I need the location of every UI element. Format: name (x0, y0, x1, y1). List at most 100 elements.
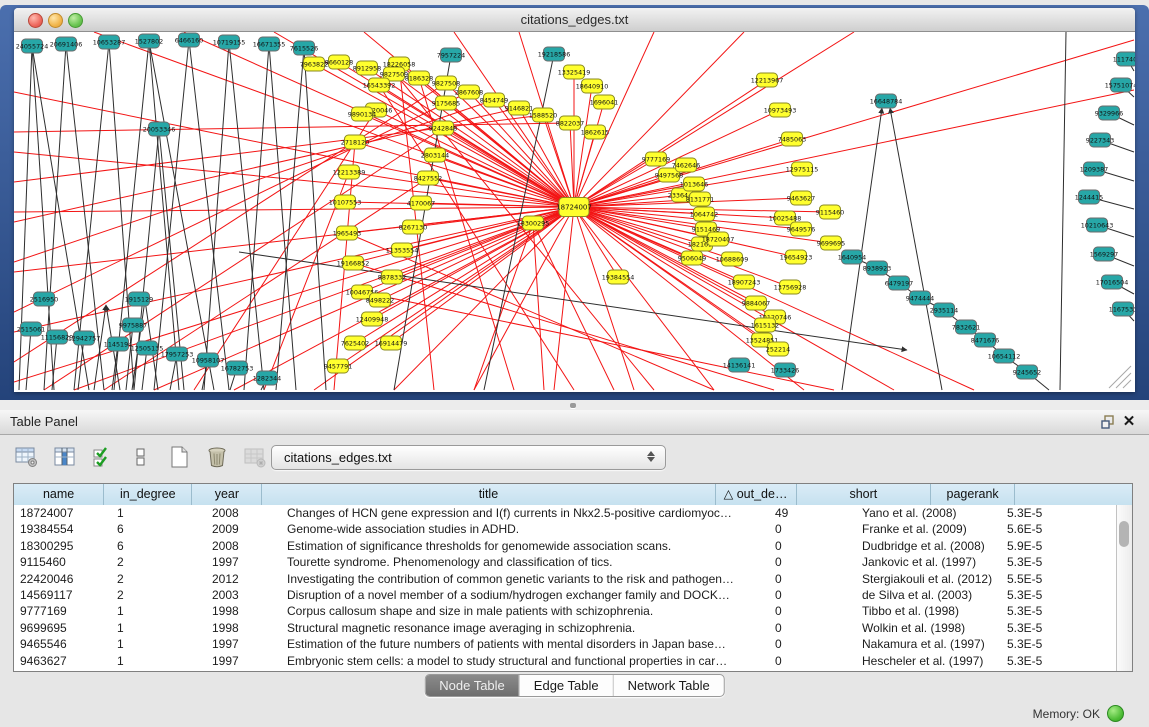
network-node[interactable]: 9474444 (906, 291, 934, 305)
network-node[interactable]: 1862615 (581, 125, 609, 139)
table-cell[interactable]: Investigating the contribution of common… (281, 571, 769, 587)
table-cell[interactable]: 5.3E-5 (1001, 620, 1091, 636)
network-node[interactable]: 9329966 (1095, 106, 1123, 120)
network-canvas[interactable]: 7963822866012889129581822605898275098186… (14, 32, 1135, 392)
table-cell[interactable]: Hescheler et al. (1997) (856, 653, 1001, 669)
table-cell[interactable]: Tourette syndrome. Phenomenology and cla… (281, 554, 769, 570)
red-edge[interactable] (574, 32, 854, 207)
network-node[interactable]: 12975115 (786, 162, 819, 176)
network-node[interactable]: 8427552 (414, 171, 442, 185)
red-edge[interactable] (14, 207, 574, 212)
table-cell[interactable]: Stergiakouli et al. (2012) (856, 571, 1001, 587)
divider-grip-icon[interactable] (570, 403, 576, 408)
network-node[interactable]: 9975887 (119, 318, 147, 332)
network-node[interactable]: 8131771 (686, 192, 714, 206)
table-cell[interactable]: Wolkin et al. (1998) (856, 620, 1001, 636)
table-cell[interactable]: 0 (769, 587, 856, 603)
table-cell[interactable]: 1997 (206, 554, 281, 570)
red-edge[interactable] (443, 128, 574, 207)
network-node[interactable]: 1588520 (529, 108, 557, 122)
network-node[interactable]: 24055724 (16, 39, 49, 53)
black-edge[interactable] (842, 108, 882, 390)
table-row[interactable]: 2242004622012Investigating the contribut… (14, 571, 1116, 587)
table-cell[interactable]: Genome-wide association studies in ADHD. (281, 521, 769, 537)
network-node[interactable]: 13325419 (558, 65, 591, 79)
table-cell[interactable]: 5.3E-5 (1001, 636, 1091, 652)
table-row[interactable]: 1456911722003Disruption of a novel membe… (14, 587, 1116, 603)
network-node[interactable]: 9884067 (742, 296, 770, 310)
network-node[interactable]: 1282344 (253, 371, 281, 385)
network-node[interactable]: 12213967 (751, 73, 784, 87)
network-node[interactable]: 10653287 (93, 35, 126, 49)
network-node[interactable]: 8267130 (399, 220, 427, 234)
red-edge[interactable] (338, 207, 574, 366)
network-node[interactable]: 7625402 (341, 336, 369, 350)
network-node[interactable]: 1615132 (751, 318, 779, 332)
network-node[interactable]: 8878332 (378, 270, 406, 284)
table-cell[interactable]: 5.3E-5 (1001, 505, 1091, 521)
network-node[interactable]: 8660128 (325, 55, 353, 69)
table-cell[interactable]: 0 (769, 571, 856, 587)
network-node[interactable]: 1569297 (1090, 247, 1118, 261)
table-cell[interactable]: 2 (111, 554, 206, 570)
network-node[interactable]: 6466160 (175, 33, 203, 47)
red-edge[interactable] (574, 207, 714, 390)
table-cell[interactable]: 1997 (206, 636, 281, 652)
network-node[interactable]: 9506049 (678, 251, 706, 265)
table-cell[interactable]: Embryonic stem cells: a model to study s… (281, 653, 769, 669)
table-cell[interactable]: Franke et al. (2009) (856, 521, 1001, 537)
network-node[interactable]: 6479197 (885, 276, 913, 290)
close-panel-icon[interactable]: ✕ (1121, 412, 1137, 432)
network-node[interactable]: 1167533 (1109, 302, 1135, 316)
network-node[interactable]: 16671355 (253, 37, 286, 51)
network-node[interactable]: 9777169 (642, 152, 670, 166)
scrollbar-thumb[interactable] (1119, 521, 1129, 547)
split-divider[interactable] (0, 400, 1149, 410)
table-row[interactable]: 946554611997Estimation of the future num… (14, 636, 1116, 652)
table-cell[interactable]: de Silva et al. (2003) (856, 587, 1001, 603)
table-cell[interactable]: 6 (111, 538, 206, 554)
network-node[interactable]: 1117404 (1113, 52, 1135, 66)
table-cell[interactable]: 1998 (206, 620, 281, 636)
table-cell[interactable]: 5.9E-5 (1001, 538, 1091, 554)
table-cell[interactable]: 0 (769, 653, 856, 669)
network-node[interactable]: 9890134 (348, 107, 376, 121)
column-header-pagerank[interactable]: pagerank (931, 484, 1015, 505)
delete-trash-button[interactable] (204, 444, 230, 470)
black-edge[interactable] (26, 329, 31, 390)
table-cell[interactable]: 9115460 (14, 554, 111, 570)
red-edge[interactable] (570, 123, 574, 207)
network-node[interactable]: 19218586 (538, 47, 571, 61)
red-edge[interactable] (574, 90, 1134, 207)
network-node[interactable]: 18640910 (576, 79, 609, 93)
tab-edge-table[interactable]: Edge Table (520, 675, 614, 696)
network-node[interactable]: 10107553 (329, 195, 362, 209)
black-edge[interactable] (890, 108, 942, 390)
column-header-name[interactable]: name (14, 484, 104, 505)
table-cell[interactable]: 1 (111, 653, 206, 669)
table-cell[interactable]: 0 (769, 538, 856, 554)
table-cell[interactable]: 2008 (206, 538, 281, 554)
network-node[interactable]: 4170067 (407, 196, 435, 210)
table-cell[interactable]: 0 (769, 636, 856, 652)
network-node[interactable]: 19384554 (602, 270, 635, 284)
table-cell[interactable]: Jankovic et al. (1997) (856, 554, 1001, 570)
network-node[interactable]: 9699695 (817, 236, 845, 250)
network-node[interactable]: 8912958 (353, 61, 381, 75)
table-cell[interactable]: 0 (769, 603, 856, 619)
network-node[interactable]: 7832621 (952, 320, 980, 334)
table-cell[interactable]: 1997 (206, 653, 281, 669)
network-node[interactable]: 1965493 (333, 226, 361, 240)
red-edge[interactable] (394, 74, 574, 207)
table-cell[interactable]: 5.6E-5 (1001, 521, 1091, 537)
column-chooser-button[interactable] (52, 444, 78, 470)
table-cell[interactable]: 1 (111, 636, 206, 652)
network-node[interactable]: 1244415 (1075, 190, 1103, 204)
black-edge[interactable] (149, 41, 179, 390)
network-node[interactable]: 8938923 (863, 261, 891, 275)
table-cell[interactable]: Estimation of significance thresholds fo… (281, 538, 769, 554)
red-edge[interactable] (379, 85, 574, 390)
network-node[interactable]: 8186328 (405, 71, 433, 85)
table-cell[interactable]: 14569117 (14, 587, 111, 603)
window-resize-grip[interactable] (1109, 366, 1131, 388)
